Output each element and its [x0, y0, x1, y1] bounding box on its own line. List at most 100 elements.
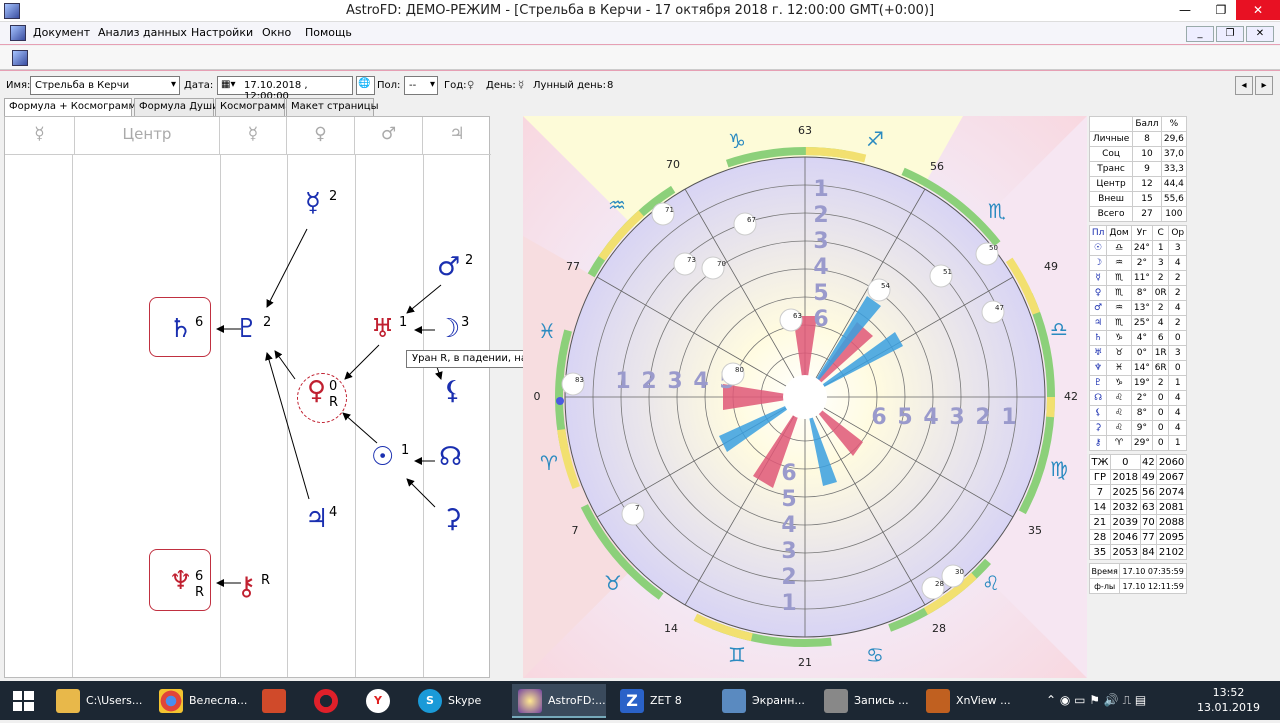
- mercury-icon[interactable]: ☿: [305, 189, 321, 217]
- cosmogram[interactable]: 123456 12345 654321 654321 63564942 3528…: [523, 116, 1087, 678]
- table-row: ♄ ♑ 4° 6 0: [1088, 330, 1187, 346]
- clock[interactable]: 13:52 13.01.2019: [1197, 685, 1260, 715]
- taskbar-powerpoint[interactable]: [256, 684, 300, 718]
- menu-settings[interactable]: Настройки: [191, 26, 253, 39]
- astrofd-icon: [518, 689, 542, 713]
- close-icon[interactable]: ✕: [1236, 0, 1280, 20]
- tray-icons[interactable]: ⌃ ◉ ▭ ⚑ 🔊 ⎍ ▤: [1046, 693, 1146, 708]
- doc-icon[interactable]: [10, 25, 26, 41]
- svg-text:63: 63: [798, 124, 812, 137]
- table-cell: ☽: [1088, 255, 1108, 271]
- table-cell: ♒: [1106, 255, 1132, 271]
- lilith-icon[interactable]: ⚸: [443, 377, 462, 405]
- table-cell: 9°: [1130, 420, 1153, 436]
- svg-text:♍: ♍: [1050, 457, 1068, 481]
- taskbar-astrofd[interactable]: AstroFD:...: [512, 684, 606, 718]
- sun-icon[interactable]: ☉: [371, 443, 394, 471]
- taskbar-yandex[interactable]: Y: [360, 684, 404, 718]
- table-cell: Центр: [1088, 176, 1134, 192]
- gender-select[interactable]: -- ▾: [404, 76, 438, 95]
- node-icon[interactable]: ☊: [439, 443, 462, 471]
- uranus-icon[interactable]: ♅: [371, 315, 394, 343]
- globe-icon[interactable]: 🌐: [356, 76, 375, 95]
- mdi-minimize-icon[interactable]: _: [1186, 26, 1214, 42]
- svg-text:♌: ♌: [982, 571, 1000, 595]
- table-cell: 8: [1132, 131, 1162, 147]
- table-cell: ♂: [1088, 300, 1108, 316]
- calendar-icon[interactable]: ▦▾: [221, 79, 235, 90]
- table-cell: ☉: [1088, 240, 1108, 256]
- svg-text:7: 7: [635, 504, 639, 512]
- pluto-icon[interactable]: ♇: [235, 315, 258, 343]
- year-label: Год:: [444, 80, 467, 91]
- table-cell: 0: [1151, 405, 1170, 421]
- table-cell: ♃: [1088, 315, 1108, 331]
- menu-help[interactable]: Помощь: [305, 26, 352, 39]
- prev-button[interactable]: ◂: [1235, 76, 1253, 95]
- svg-text:♉: ♉: [604, 571, 622, 595]
- taskbar-zet[interactable]: Z ZET 8: [614, 684, 708, 718]
- taskbar-record[interactable]: Запись ...: [818, 684, 912, 718]
- tab-page-layout[interactable]: Макет страницы: [286, 98, 379, 116]
- jupiter-icon[interactable]: ♃: [305, 505, 328, 533]
- svg-text:63: 63: [793, 312, 802, 320]
- table-cell: 2032: [1109, 499, 1141, 515]
- table-cell: 0R: [1151, 285, 1170, 301]
- table-cell: ♄: [1088, 330, 1108, 346]
- next-button[interactable]: ▸: [1255, 76, 1273, 95]
- table-cell: 6: [1151, 330, 1170, 346]
- neptune-icon[interactable]: ♆: [169, 567, 192, 595]
- taskbar-label: C:\Users...: [86, 694, 143, 707]
- date-field[interactable]: ▦▾ 17.10.2018 , 12:00:00: [217, 76, 353, 102]
- table-cell: 37,0: [1160, 146, 1188, 162]
- svg-text:28: 28: [935, 580, 944, 588]
- table-cell: 2: [1151, 300, 1170, 316]
- table-row: ♀ ♏ 8° 0R 2: [1088, 285, 1187, 301]
- table-cell: 10: [1132, 146, 1162, 162]
- table-cell: ♎: [1106, 240, 1132, 256]
- taskbar-screen[interactable]: Экранн...: [716, 684, 810, 718]
- svg-text:28: 28: [932, 622, 946, 635]
- tab-soul-formula[interactable]: Формула Души: [134, 98, 219, 116]
- table-cell: ♒: [1106, 300, 1132, 316]
- chiron-icon[interactable]: ⚷: [237, 573, 256, 601]
- table-cell: Соц: [1088, 146, 1134, 162]
- mars-icon[interactable]: ♂: [437, 253, 460, 281]
- venus-icon[interactable]: ♀: [307, 377, 326, 405]
- taskbar-chrome[interactable]: Велесла...: [153, 684, 247, 718]
- name-select[interactable]: Стрельба в Керчи ▾: [30, 76, 180, 95]
- svg-text:49: 49: [1044, 260, 1058, 273]
- ceres-icon[interactable]: ⚳: [443, 505, 462, 533]
- taskbar-label: Запись ...: [854, 694, 909, 707]
- minimize-icon[interactable]: —: [1168, 0, 1202, 20]
- table-cell: 21: [1089, 514, 1111, 530]
- menu-analysis[interactable]: Анализ данных: [98, 26, 187, 39]
- table-cell: Дом: [1106, 225, 1132, 241]
- menu-window[interactable]: Окно: [262, 26, 291, 39]
- taskbar-explorer[interactable]: C:\Users...: [50, 684, 144, 718]
- table-cell: 4: [1168, 405, 1187, 421]
- camera-icon: [824, 689, 848, 713]
- mdi-close-icon[interactable]: ✕: [1246, 26, 1274, 42]
- taskbar-skype[interactable]: S Skype: [412, 684, 506, 718]
- table-cell: 2046: [1109, 529, 1141, 545]
- taskbar-opera[interactable]: [308, 684, 352, 718]
- menu-document[interactable]: Документ: [33, 26, 90, 39]
- table-row: ♂ ♒ 13° 2 4: [1088, 300, 1187, 316]
- saturn-icon[interactable]: ♄: [169, 315, 192, 343]
- tab-formula-cosmogram[interactable]: Формула + Космограмма: [4, 98, 142, 117]
- table-cell: 33,3: [1160, 161, 1188, 177]
- mdi-restore-icon[interactable]: ❐: [1216, 26, 1244, 42]
- windows-start-icon[interactable]: [0, 681, 48, 720]
- taskbar-xnview[interactable]: XnView ...: [920, 684, 1014, 718]
- astro-tool-icon[interactable]: [12, 50, 28, 66]
- chevron-down-icon: ▾: [170, 79, 176, 90]
- svg-text:30: 30: [955, 568, 964, 576]
- table-cell: 6R: [1151, 360, 1170, 376]
- table-cell: 0°: [1130, 345, 1153, 361]
- table-cell: 15: [1132, 191, 1162, 207]
- restore-icon[interactable]: ❐: [1204, 0, 1238, 20]
- table-cell: Ор: [1168, 225, 1187, 241]
- moon-icon[interactable]: ☽: [437, 315, 460, 343]
- tab-cosmogram[interactable]: Космограмма: [215, 98, 291, 116]
